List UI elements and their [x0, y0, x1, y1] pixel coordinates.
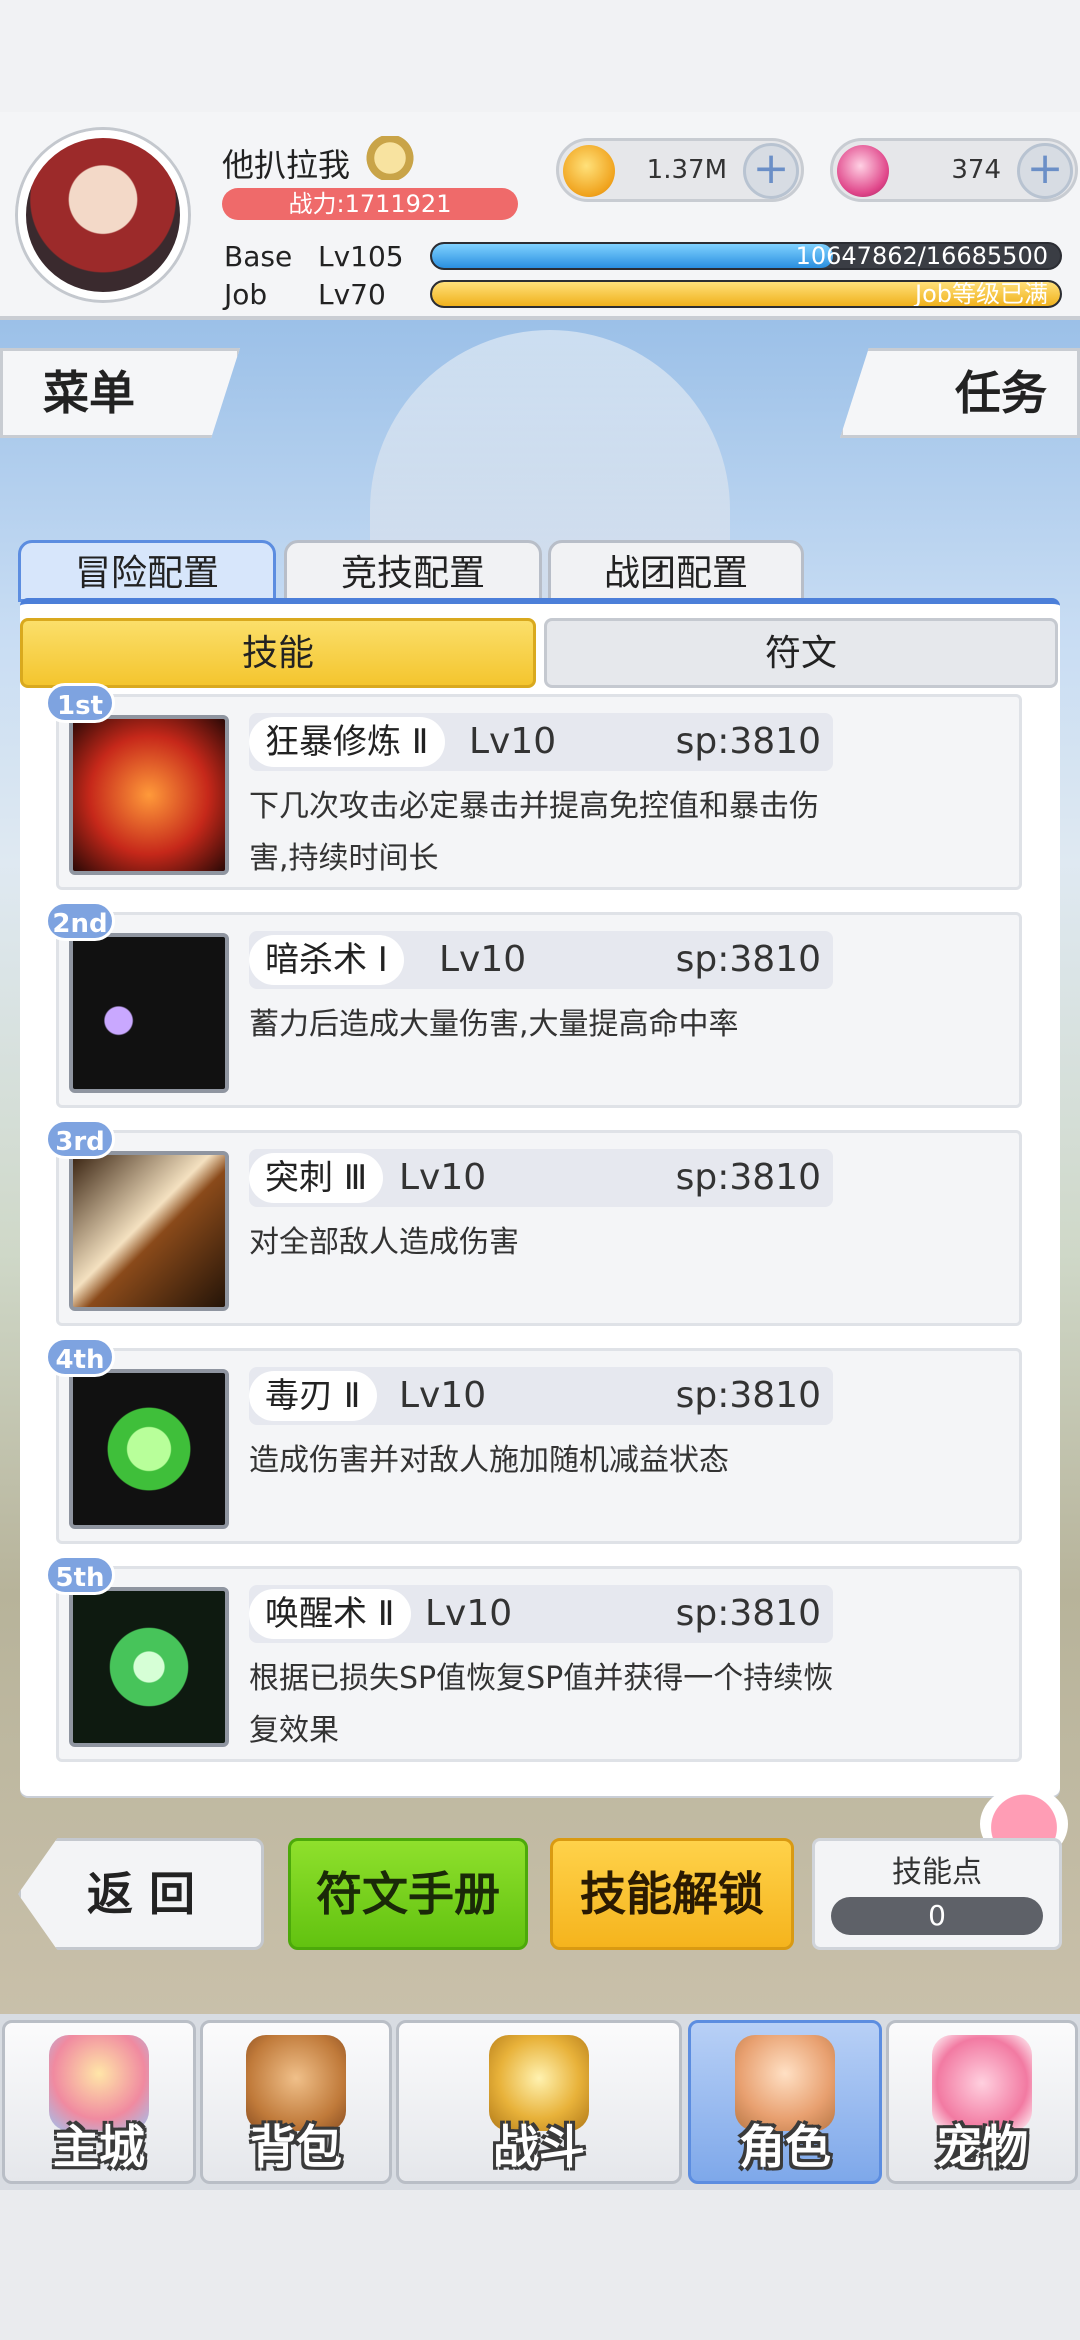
skill-description: 对全部敌人造成伤害 [249, 1225, 519, 1260]
skill-header: 狂暴修炼 Ⅱ Lv10 sp:3810 [249, 713, 833, 771]
rank-badge-icon [358, 136, 422, 180]
gem-currency: 374 + [830, 138, 1078, 202]
job-label: Job [224, 278, 268, 311]
nav-battle[interactable]: 战斗 [396, 2020, 682, 2184]
base-level: Lv105 [318, 240, 404, 273]
skill-points-value: 0 [831, 1897, 1043, 1935]
skill-name: 狂暴修炼 Ⅱ [249, 717, 445, 767]
skill-sp-cost: sp:3810 [675, 1157, 821, 1198]
nav-backpack[interactable]: 背包 [200, 2020, 392, 2184]
base-exp-bar: 10647862/16685500 [430, 242, 1062, 270]
skill-level: Lv10 [469, 721, 557, 762]
skill-sp-cost: sp:3810 [675, 1593, 821, 1634]
back-button[interactable]: 返 回 [18, 1838, 264, 1950]
combat-power: 战力:1711921 [222, 188, 518, 220]
skill-slot-4[interactable]: 4th 毒刃 Ⅱ Lv10 sp:3810 造成伤害并对敌人施加随机减益状态 [45, 1337, 1022, 1544]
rage-icon [69, 715, 229, 875]
awaken-heart-icon [69, 1587, 229, 1747]
skill-name: 毒刃 Ⅱ [249, 1371, 377, 1421]
add-gem-button[interactable]: + [1017, 143, 1073, 199]
subtab-skills[interactable]: 技能 [20, 618, 536, 688]
job-level: Lv70 [318, 278, 386, 311]
skill-unlock-button[interactable]: 技能解锁 [550, 1838, 794, 1950]
skill-rank-badge: 1st [45, 683, 115, 723]
skill-description: 根据已损失SP值恢复SP值并获得一个持续恢复效果 [249, 1661, 834, 1748]
skill-header: 暗杀术 Ⅰ Lv10 sp:3810 [249, 931, 833, 989]
bottom-nav: 主城 背包 战斗 角色 宠物 [0, 2014, 1080, 2190]
status-bar [0, 0, 1080, 112]
skill-rank-badge: 2nd [45, 901, 115, 941]
subtab-runes[interactable]: 符文 [544, 618, 1058, 688]
skill-rank-badge: 4th [45, 1337, 115, 1377]
skill-level: Lv10 [425, 1593, 513, 1634]
nav-label: 主城 [53, 2120, 145, 2174]
skill-rank-badge: 5th [45, 1555, 115, 1595]
skill-header: 毒刃 Ⅱ Lv10 sp:3810 [249, 1367, 833, 1425]
rune-manual-button[interactable]: 符文手册 [288, 1838, 528, 1950]
nav-pet[interactable]: 宠物 [886, 2020, 1078, 2184]
nav-main-city[interactable]: 主城 [2, 2020, 196, 2184]
skill-description: 造成伤害并对敌人施加随机减益状态 [249, 1443, 729, 1478]
skill-level: Lv10 [439, 939, 527, 980]
tab-arena-config[interactable]: 竞技配置 [284, 540, 542, 602]
gem-icon [837, 145, 889, 197]
skill-points-label: 技能点 [892, 1855, 982, 1890]
player-avatar[interactable] [18, 130, 188, 300]
player-header: 他扒拉我 战力:1711921 1.37M + 374 + Base Lv105… [0, 112, 1080, 320]
skill-header: 唤醒术 Ⅱ Lv10 sp:3810 [249, 1585, 833, 1643]
skill-description: 蓄力后造成大量伤害,大量提高命中率 [249, 1007, 739, 1042]
bottom-bar [0, 2190, 1080, 2340]
skill-slot-3[interactable]: 3rd 突刺 Ⅲ Lv10 sp:3810 对全部敌人造成伤害 [45, 1119, 1022, 1326]
player-name: 他扒拉我 [222, 146, 351, 184]
gold-currency: 1.37M + [556, 138, 804, 202]
skill-slot-5[interactable]: 5th 唤醒术 Ⅱ Lv10 sp:3810 根据已损失SP值恢复SP值并获得一… [45, 1555, 1022, 1762]
skill-description: 下几次攻击必定暴击并提高免控值和暴击伤害,持续时间长 [249, 789, 819, 876]
add-gold-button[interactable]: + [743, 143, 799, 199]
nav-label: 角色 [739, 2120, 831, 2174]
task-button[interactable]: 任务 [840, 348, 1080, 438]
job-exp-text: Job等级已满 [915, 280, 1048, 308]
gem-amount: 374 [951, 155, 1001, 185]
skill-rank-badge: 3rd [45, 1119, 115, 1159]
skill-slot-1[interactable]: 1st 狂暴修炼 Ⅱ Lv10 sp:3810 下几次攻击必定暴击并提高免控值和… [45, 683, 1022, 890]
thrust-icon [69, 1151, 229, 1311]
job-exp-bar: Job等级已满 [430, 280, 1062, 308]
nav-character[interactable]: 角色 [688, 2020, 882, 2184]
skill-header: 突刺 Ⅲ Lv10 sp:3810 [249, 1149, 833, 1207]
tab-adventure-config[interactable]: 冒险配置 [18, 540, 276, 602]
skill-sp-cost: sp:3810 [675, 939, 821, 980]
skill-name: 暗杀术 Ⅰ [249, 935, 404, 985]
base-exp-fill [432, 244, 833, 268]
menu-button[interactable]: 菜单 [0, 348, 240, 438]
assassin-eyes-icon [69, 933, 229, 1093]
skill-name: 突刺 Ⅲ [249, 1153, 384, 1203]
poison-skull-icon [69, 1369, 229, 1529]
skill-sp-cost: sp:3810 [675, 721, 821, 762]
base-label: Base [224, 240, 293, 273]
base-exp-text: 10647862/16685500 [795, 242, 1048, 270]
skill-name: 唤醒术 Ⅱ [249, 1589, 411, 1639]
coin-icon [563, 145, 615, 197]
nav-label: 背包 [250, 2120, 342, 2174]
skill-points-box: 技能点 0 [812, 1838, 1062, 1950]
nav-label: 宠物 [936, 2120, 1028, 2174]
skill-sp-cost: sp:3810 [675, 1375, 821, 1416]
tab-guild-config[interactable]: 战团配置 [548, 540, 804, 602]
nav-label: 战斗 [493, 2120, 585, 2174]
skill-level: Lv10 [399, 1157, 487, 1198]
gold-amount: 1.37M [646, 155, 727, 185]
skill-level: Lv10 [399, 1375, 487, 1416]
skill-slot-2[interactable]: 2nd 暗杀术 Ⅰ Lv10 sp:3810 蓄力后造成大量伤害,大量提高命中率 [45, 901, 1022, 1108]
